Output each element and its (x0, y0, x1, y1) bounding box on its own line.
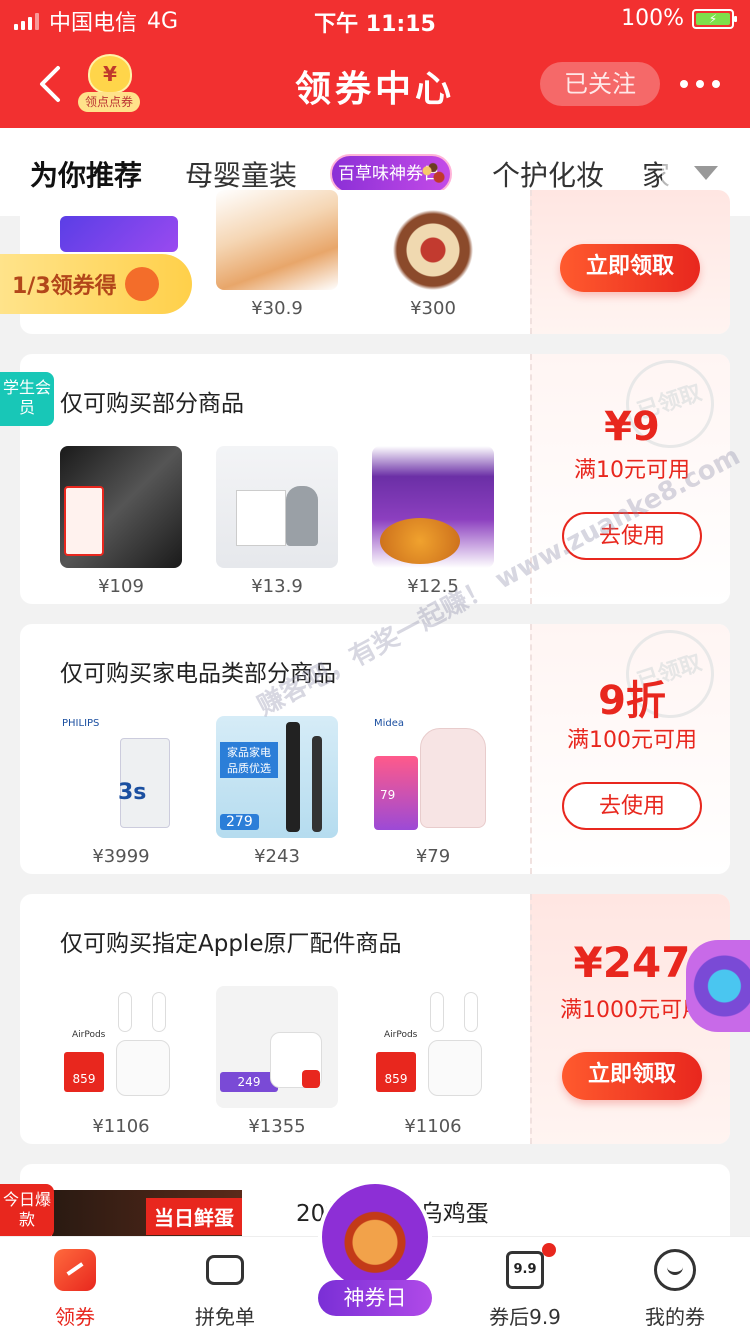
product-text: AirPods (72, 1030, 106, 1040)
claim-button[interactable]: 立即领取 (560, 244, 700, 292)
tab-baicaowei[interactable]: 百草味神券日 (330, 154, 452, 194)
coupon-amount: ¥9 (604, 404, 660, 450)
product-item[interactable]: AirPods 859 ¥1106 (372, 986, 494, 1137)
brand-text: Midea (374, 718, 405, 729)
coupon-card: 已领取 ¥9 满10元可用 去使用 仅可购买部分商品 ¥109 ¥13.9 ¥1… (20, 354, 730, 604)
brand-text: PHILIPS (62, 718, 100, 729)
smile-icon (652, 1247, 698, 1293)
snack-icon (418, 158, 448, 190)
follow-button[interactable]: 已关注 (540, 62, 660, 106)
expand-tabs-icon[interactable] (694, 166, 718, 180)
product-price: ¥1106 (404, 1116, 462, 1137)
product-price: ¥30.9 (251, 298, 303, 319)
coupon-day-icon[interactable] (318, 1180, 432, 1294)
product-price: ¥79 (415, 846, 451, 867)
header-bar: 中国电信 4G 下午 11:15 100% ⚡ ¥ 领点点券 领券中心 已关注 (0, 0, 750, 128)
product-price: ¥109 (98, 576, 144, 597)
nav-after-coupon-9-9[interactable]: 9.9 券后9.9 (470, 1243, 580, 1330)
product-image (372, 446, 494, 568)
apple-logo-icon (302, 1070, 320, 1088)
product-price: ¥243 (254, 846, 300, 867)
wallet-icon (202, 1247, 248, 1293)
product-image (60, 446, 182, 568)
product-price: ¥1355 (248, 1116, 306, 1137)
product-item[interactable]: ¥300 (372, 190, 494, 319)
battery-percent: 100% (621, 6, 684, 31)
product-image: 249 (216, 986, 338, 1108)
more-icon[interactable] (680, 80, 720, 88)
product-text: 859 (64, 1052, 104, 1092)
nav-my-coupons[interactable]: 我的券 (620, 1247, 730, 1330)
red-envelope-icon (124, 267, 159, 301)
ticket-icon: 9.9 (502, 1243, 556, 1293)
notification-dot (542, 1243, 556, 1257)
product-text: 859 (376, 1052, 416, 1092)
nav-label: 拼免单 (195, 1305, 255, 1329)
hot-item-tag: 今日爆款 (0, 1184, 54, 1238)
product-image (216, 446, 338, 568)
product-item[interactable]: 249 ¥1355 (216, 986, 338, 1137)
student-member-tag: 学生会员 (0, 372, 54, 426)
product-image (372, 190, 494, 290)
use-button[interactable]: 去使用 (562, 782, 702, 830)
nav-label: 领券 (55, 1305, 95, 1329)
product-price: ¥300 (410, 298, 456, 319)
nav-group-free[interactable]: 拼免单 (170, 1247, 280, 1330)
nav-label: 券后9.9 (489, 1305, 561, 1329)
coupon-icon (52, 1247, 98, 1293)
product-image (216, 190, 338, 290)
coupon-condition: 满100元可用 (567, 728, 697, 753)
tab-recommend[interactable]: 为你推荐 (30, 154, 142, 194)
promo-gift-icon (60, 216, 178, 252)
coupon-title: 仅可购买部分商品 (60, 391, 244, 417)
product-price: ¥3999 (92, 846, 150, 867)
nav-label: 我的券 (645, 1305, 705, 1329)
tab-baby[interactable]: 母婴童装 (185, 154, 297, 194)
product-item[interactable]: ¥13.9 (216, 446, 338, 597)
product-price: ¥1106 (92, 1116, 150, 1137)
product-price: ¥13.9 (251, 576, 303, 597)
product-text: 3s (118, 780, 147, 805)
product-image: AirPods 859 (372, 986, 494, 1108)
product-text: 79 (380, 788, 396, 802)
claim-button[interactable]: 立即领取 (562, 1052, 702, 1100)
status-right: 100% ⚡ (621, 6, 737, 31)
product-text: 279 (220, 814, 259, 830)
nav-coupon-day[interactable]: 神券日 (318, 1280, 432, 1316)
promo-ribbon-label: 1/3领券得 (12, 274, 117, 299)
product-image: AirPods 859 (60, 986, 182, 1108)
floating-mascot-icon[interactable] (686, 940, 750, 1032)
product-item[interactable]: AirPods 859 ¥1106 (60, 986, 182, 1137)
product-image: Midea 79 (372, 716, 494, 838)
product-image: PHILIPS 3s (60, 716, 182, 838)
battery-icon: ⚡ (692, 8, 737, 29)
coupon-amount: 9折 (598, 678, 666, 724)
product-item[interactable]: ¥109 (60, 446, 182, 597)
product-text: 家品家电品质优选 (220, 742, 278, 778)
product-image: 家品家电品质优选 279 (216, 716, 338, 838)
product-item[interactable]: 家品家电品质优选 279 ¥243 (216, 716, 338, 867)
tab-cosmetics[interactable]: 个护化妆 (492, 154, 604, 194)
promo-ribbon[interactable]: 1/3领券得 (0, 254, 192, 314)
coupon-title: 仅可购买指定Apple原厂配件商品 (60, 931, 402, 957)
coupon-card: ¥247 满1000元可用 立即领取 仅可购买指定Apple原厂配件商品 Air… (20, 894, 730, 1144)
product-item[interactable]: PHILIPS 3s ¥3999 (60, 716, 182, 867)
product-text: AirPods (384, 1030, 418, 1040)
product-item[interactable]: ¥30.9 (216, 190, 338, 319)
banner-label: 当日鲜蛋 (146, 1198, 242, 1235)
nav-coupons[interactable]: 领券 (20, 1247, 130, 1330)
product-item[interactable]: Midea 79 ¥79 (372, 716, 494, 867)
